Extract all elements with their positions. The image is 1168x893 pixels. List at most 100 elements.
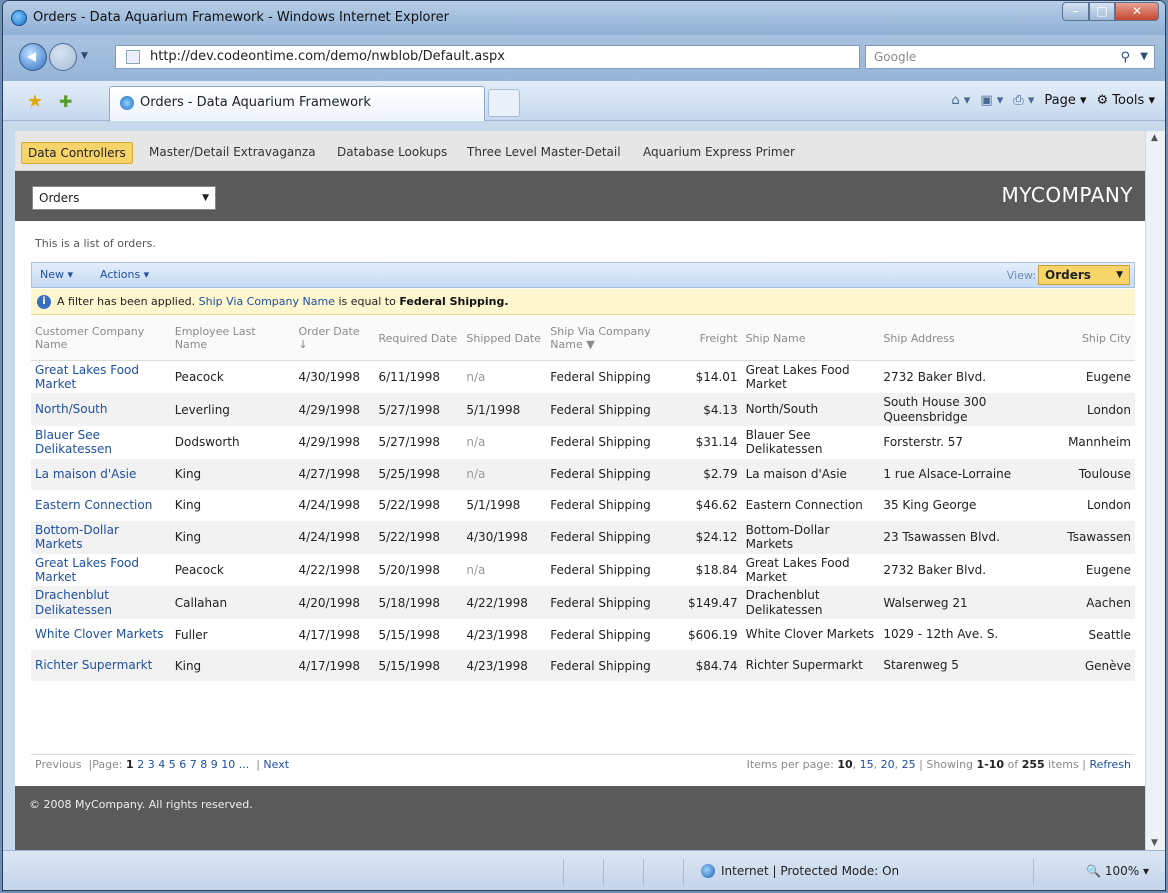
cell-customer[interactable]: Drachenblut Delikatessen — [31, 586, 171, 620]
favorites-star-icon[interactable]: ★ — [27, 91, 43, 112]
col-ship-address[interactable]: Ship Address — [879, 317, 1049, 361]
zoom-value: 100% — [1104, 864, 1140, 878]
page-link[interactable]: 7 — [190, 758, 197, 771]
page-link[interactable]: 8 — [200, 758, 207, 771]
table-row[interactable]: Great Lakes Food Market Peacock 4/30/1998 6… — [31, 360, 1135, 393]
of-label: of — [1007, 758, 1019, 771]
items-per-page-option[interactable]: 25 — [902, 758, 916, 771]
menu-item-database-lookups[interactable]: Database Lookups — [331, 142, 453, 162]
cell-customer[interactable]: North/South — [31, 393, 171, 427]
cell-customer[interactable]: La maison d'Asie — [31, 458, 171, 490]
table-row[interactable]: Drachenblut Delikatessen Callahan 4/20/199… — [31, 586, 1135, 620]
add-favorites-icon[interactable]: ✚ — [59, 92, 72, 111]
previous-link[interactable]: Previous — [35, 758, 82, 771]
page-link[interactable]: 9 — [211, 758, 218, 771]
search-dropdown-icon[interactable]: ▼ — [1140, 46, 1148, 68]
page-link[interactable]: 3 — [148, 758, 155, 771]
tools-menu[interactable]: ⚙ Tools ▾ — [1097, 93, 1156, 108]
minimize-button[interactable]: – — [1062, 2, 1089, 21]
page-link[interactable]: 6 — [179, 758, 186, 771]
page-menu[interactable]: Page ▾ — [1044, 93, 1086, 108]
address-row: ▼ http://dev.codeontime.com/demo/nwblob/… — [3, 35, 1165, 81]
cell-ship-city: Tsawassen — [1049, 520, 1135, 554]
maximize-button[interactable]: □ — [1089, 2, 1115, 21]
items-per-page-option[interactable]: 15 — [860, 758, 874, 771]
search-icon[interactable]: ⚲ — [1120, 47, 1130, 69]
col-freight[interactable]: Freight — [683, 317, 742, 361]
status-divider — [603, 859, 604, 885]
menu-item-aquarium-primer[interactable]: Aquarium Express Primer — [637, 142, 801, 162]
refresh-link[interactable]: Refresh — [1089, 758, 1131, 771]
page-link-more[interactable]: ... — [239, 758, 250, 771]
vertical-scrollbar[interactable]: ▲ ▼ — [1145, 131, 1165, 850]
history-dropdown-icon[interactable]: ▼ — [81, 51, 88, 61]
next-link[interactable]: Next — [263, 758, 289, 771]
print-icon[interactable]: ⎙ ▾ — [1013, 93, 1034, 108]
page-link[interactable]: 10 — [221, 758, 235, 771]
cell-customer[interactable]: Bottom-Dollar Markets — [31, 520, 171, 554]
forward-button[interactable] — [49, 43, 77, 71]
table-row[interactable]: Blauer See Delikatessen Dodsworth 4/29/199… — [31, 426, 1135, 459]
page-link[interactable]: 2 — [137, 758, 144, 771]
controller-select[interactable]: Orders ▼ — [32, 186, 216, 210]
back-button[interactable] — [19, 43, 47, 71]
brand-name: MYCOMPANY — [1001, 183, 1133, 207]
zoom-control[interactable]: 🔍 100% ▾ — [1086, 864, 1149, 878]
col-ship-city[interactable]: Ship City — [1049, 317, 1135, 361]
menu-item-three-level[interactable]: Three Level Master-Detail — [461, 142, 627, 162]
col-customer[interactable]: Customer Company Name — [31, 317, 171, 361]
table-row[interactable]: Bottom-Dollar Markets King 4/24/1998 5/22/1… — [31, 520, 1135, 554]
table-row[interactable]: Great Lakes Food Market Peacock 4/22/1998 5… — [31, 554, 1135, 587]
cell-freight: $14.01 — [695, 369, 738, 384]
tab-row: ★ ✚ Orders - Data Aquarium Framework ⌂ ▾… — [3, 81, 1165, 121]
actions-button[interactable]: Actions ▾ — [100, 268, 149, 281]
cell-customer[interactable]: Blauer See Delikatessen — [31, 426, 171, 459]
table-row[interactable]: White Clover Markets Fuller 4/17/1998 5/15/… — [31, 619, 1135, 650]
col-order-date[interactable]: Order Date ↓ — [294, 317, 375, 361]
pager-right: Items per page: 10, 15, 20, 25 | Showing… — [746, 758, 1131, 771]
close-button[interactable]: ✕ — [1115, 2, 1159, 21]
cell-shipped-date: 4/30/1998 — [462, 520, 547, 554]
cell-customer[interactable]: Richter Supermarkt — [31, 650, 171, 682]
cell-ship-name: Blauer See Delikatessen — [745, 428, 823, 457]
new-button[interactable]: New ▾ — [40, 268, 73, 281]
security-zone[interactable]: Internet | Protected Mode: On — [701, 864, 899, 878]
col-ship-name[interactable]: Ship Name — [741, 317, 880, 361]
tab-orders[interactable]: Orders - Data Aquarium Framework — [109, 86, 485, 121]
status-divider — [643, 859, 644, 885]
feeds-icon[interactable]: ▣ ▾ — [980, 93, 1003, 108]
new-tab-button[interactable] — [488, 89, 520, 117]
cell-freight: $149.47 — [683, 586, 742, 620]
cell-ship-city: London — [1049, 393, 1135, 427]
cell-required-date: 5/25/1998 — [374, 458, 463, 490]
table-row[interactable]: Eastern Connection King 4/24/1998 5/22/1998… — [31, 490, 1135, 521]
cell-ship-city: Aachen — [1049, 586, 1135, 620]
page-link[interactable]: 5 — [169, 758, 176, 771]
search-input[interactable]: Google ⚲ ▼ — [865, 45, 1155, 69]
view-select[interactable]: Orders ▼ — [1038, 265, 1130, 285]
address-input[interactable]: http://dev.codeontime.com/demo/nwblob/De… — [115, 45, 950, 69]
table-row[interactable]: North/South Leverling 4/29/1998 5/27/1998 5/… — [31, 393, 1135, 427]
cell-customer[interactable]: White Clover Markets — [31, 619, 171, 650]
cell-customer[interactable]: Great Lakes Food Market — [31, 360, 171, 393]
menu-item-data-controllers[interactable]: Data Controllers — [21, 142, 133, 164]
table-row[interactable]: Richter Supermarkt King 4/17/1998 5/15/1998… — [31, 650, 1135, 682]
col-employee[interactable]: Employee Last Name — [170, 317, 295, 361]
cell-customer[interactable]: Eastern Connection — [31, 490, 171, 521]
items-per-page-option[interactable]: 20 — [881, 758, 895, 771]
title-bar: Orders - Data Aquarium Framework - Windo… — [3, 1, 1165, 35]
col-required-date[interactable]: Required Date — [374, 317, 463, 361]
scroll-up-icon[interactable]: ▲ — [1151, 133, 1158, 143]
status-divider — [683, 859, 684, 885]
menu-item-master-detail[interactable]: Master/Detail Extravaganza — [143, 142, 322, 162]
cell-ship-address: 2732 Baker Blvd. — [883, 369, 987, 384]
filter-field-link[interactable]: Ship Via Company Name — [199, 295, 335, 308]
scroll-down-icon[interactable]: ▼ — [1151, 838, 1158, 848]
col-shipped-date[interactable]: Shipped Date — [462, 317, 547, 361]
page-link[interactable]: 4 — [158, 758, 165, 771]
table-row[interactable]: La maison d'Asie King 4/27/1998 5/25/1998 n/… — [31, 458, 1135, 490]
home-icon[interactable]: ⌂ ▾ — [951, 93, 970, 108]
showing-label: Showing — [926, 758, 974, 771]
cell-customer[interactable]: Great Lakes Food Market — [31, 554, 171, 587]
col-ship-via[interactable]: Ship Via Company Name ▼ — [546, 317, 684, 361]
